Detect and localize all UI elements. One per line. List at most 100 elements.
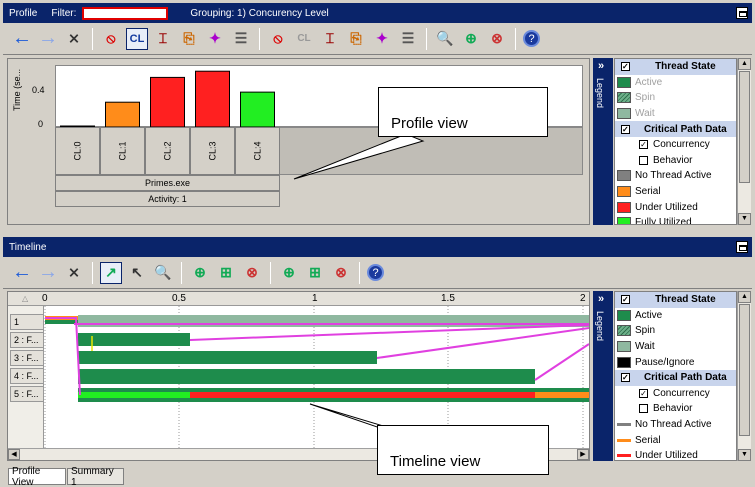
legend-label: Active [635,76,663,88]
scroll-thumb[interactable] [739,304,750,436]
help-icon[interactable]: ? [367,264,384,281]
zoom-fit-icon[interactable]: ⊕ [460,28,482,50]
profile-view-callout: Profile view [378,87,548,137]
grouping-label[interactable]: Grouping: 1) Concurency Level [190,8,328,19]
zoom-reset-icon[interactable]: ⊗ [486,28,508,50]
legend-item: Serial [615,432,736,448]
legend-item: Fully Utilized [615,215,736,224]
timeline-minimize-button[interactable] [736,241,748,253]
legend-label: Concurrency [653,139,710,151]
legend-color-swatch [617,201,631,213]
pointer-tool-icon[interactable]: ↖ [126,262,148,284]
segment-fully-utilized [78,392,190,398]
module-group-icon[interactable]: ✦ [204,28,226,50]
profile-minimize-button[interactable] [736,7,748,19]
legend-checkbox[interactable] [639,155,648,165]
concurrency-group-icon[interactable]: CL [126,27,148,50]
legend-item[interactable]: ✓ Thread State [615,59,736,75]
filter-thread-icon[interactable]: ⌶ [319,28,341,50]
scroll-up-button[interactable]: ▲ [738,58,751,70]
legend-item[interactable]: Behavior [615,153,736,169]
function-group-icon[interactable]: ⎘ [178,28,200,50]
zoom-tool-icon[interactable]: 🔍 [152,262,174,284]
legend-checkbox[interactable]: ✓ [621,373,630,383]
axis-tick-label: 1.5 [441,293,455,304]
legend-checkbox[interactable]: ✓ [639,388,648,398]
legend-color-swatch [617,356,631,368]
zoom-reset-icon[interactable]: ⊗ [241,262,263,284]
axis-tick-label: 2 [580,293,586,304]
legend-label: No Thread Active [635,170,712,182]
back-arrow-icon[interactable]: ← [11,261,33,284]
filter-function-icon[interactable]: ⎘ [345,28,367,50]
legend-tab-label: Legend [595,310,606,342]
legend-checkbox[interactable] [639,404,648,414]
profile-legend-scrollbar[interactable]: ▲ ▼ [737,58,751,225]
segment-active [45,320,78,324]
profile-title: Profile [9,7,38,19]
filter-none-icon[interactable]: ⦸ [267,28,289,50]
legend-item: Wait [615,106,736,122]
profile-legend-tab[interactable]: » Legend [593,58,613,225]
filter-cl-icon[interactable]: CL [293,28,315,50]
scroll-up-button[interactable]: ▲ [738,291,751,303]
help-icon[interactable]: ? [523,30,540,47]
clear-filter-icon[interactable]: ⨯ [63,262,85,284]
legend-item: Under Utilized [615,448,736,460]
scroll-thumb[interactable] [739,71,750,183]
legend-checkbox[interactable]: ✓ [639,140,648,150]
legend-item: Active [615,308,736,324]
toolbar-separator [259,27,260,50]
legend-item[interactable]: ✓ Critical Path Data [615,369,736,386]
legend-item[interactable]: ✓ Thread State [615,292,736,308]
legend-checkbox[interactable]: ✓ [621,295,630,305]
legend-label: Thread State [655,61,716,73]
profile-callout-text: Profile view [391,115,468,132]
file-group-icon[interactable]: ☰ [230,28,252,50]
legend-label: Critical Path Data [643,123,727,135]
toolbar-separator [92,27,93,50]
legend-label: Serial [635,186,661,198]
scroll-down-button[interactable]: ▼ [738,213,751,225]
timeline-view-callout: Timeline view [377,425,549,475]
legend-tab-label: Legend [595,77,606,109]
select-tool-icon[interactable]: ↗ [100,261,122,284]
zoom-vertical-reset-icon[interactable]: ⊗ [330,262,352,284]
scroll-down-button[interactable]: ▼ [738,449,751,461]
clear-filter-icon[interactable]: ⨯ [63,28,85,50]
timeline-titlebar: Timeline [3,237,752,257]
zoom-in-icon[interactable]: 🔍 [434,28,456,50]
tab-profile-view[interactable]: Profile View [8,466,66,487]
legend-item[interactable]: ✓ Concurrency [615,386,736,402]
filter-module-icon[interactable]: ✦ [371,28,393,50]
zoom-vertical-fit-icon[interactable]: ⊞ [304,262,326,284]
legend-label: Concurrency [653,387,710,399]
critical-path-line [189,324,589,341]
legend-item: Pause/Ignore [615,354,736,370]
segment-wait [78,315,589,327]
legend-item[interactable]: Behavior [615,401,736,417]
zoom-fit-icon[interactable]: ⊞ [215,262,237,284]
forward-arrow-icon[interactable]: → [37,27,59,50]
scroll-right-button[interactable]: ▶ [577,449,589,460]
legend-collapse-icon[interactable]: » [598,60,604,72]
legend-item[interactable]: ✓ Critical Path Data [615,121,736,137]
forward-arrow-icon[interactable]: → [37,261,59,284]
zoom-vertical-in-icon[interactable]: ⊕ [278,262,300,284]
filter-input[interactable] [82,6,169,20]
timeline-legend: ✓ Thread State Active Spin Wait Pause/Ignore ✓… [614,291,737,461]
thread-group-icon[interactable]: ⌶ [152,28,174,50]
scroll-left-button[interactable]: ◀ [8,449,20,460]
legend-label: Pause/Ignore [635,356,695,368]
tab-summary[interactable]: Summary 1 [67,466,124,487]
legend-collapse-icon[interactable]: » [598,293,604,305]
timeline-legend-scrollbar[interactable]: ▲ ▼ [737,291,751,461]
filter-file-icon[interactable]: ☰ [397,28,419,50]
legend-checkbox[interactable]: ✓ [621,124,630,134]
legend-checkbox[interactable]: ✓ [621,62,630,72]
zoom-in-icon[interactable]: ⊕ [189,262,211,284]
no-group-icon[interactable]: ⦸ [100,28,122,50]
timeline-legend-tab[interactable]: » Legend [593,291,613,461]
legend-item[interactable]: ✓ Concurrency [615,137,736,153]
back-arrow-icon[interactable]: ← [11,27,33,50]
